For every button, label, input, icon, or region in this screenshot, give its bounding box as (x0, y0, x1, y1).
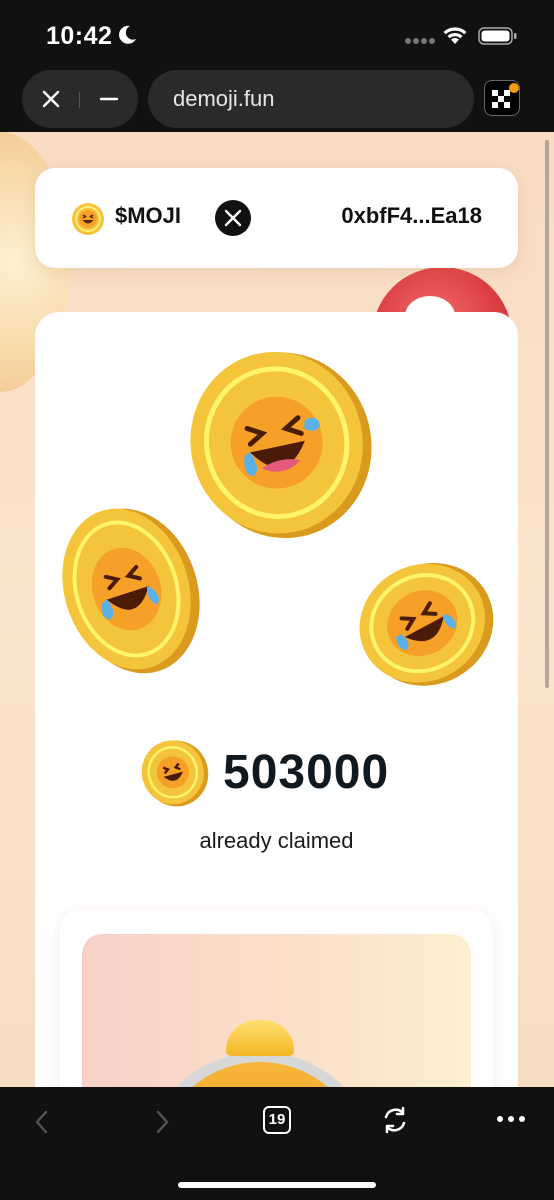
moon-icon (119, 25, 136, 44)
laughing-coin-icon (190, 351, 372, 539)
okx-wallet-icon[interactable] (484, 80, 520, 116)
x-link-button[interactable] (215, 200, 251, 236)
signal-dots-icon (405, 38, 435, 44)
claim-card: 503000 already claimed (35, 312, 518, 1087)
refresh-icon[interactable] (380, 1105, 410, 1135)
back-icon[interactable] (32, 1109, 52, 1135)
tabs-button[interactable]: 19 (263, 1106, 291, 1134)
lucky-draw-banner (82, 934, 471, 1087)
more-icon[interactable] (496, 1115, 526, 1123)
battery-icon (478, 27, 517, 45)
forward-icon[interactable] (152, 1109, 172, 1135)
tab-count: 19 (268, 1111, 286, 1128)
machine-knob-icon (226, 1020, 294, 1056)
minimize-icon[interactable] (98, 88, 120, 110)
browser-toolbar: demoji.fun (0, 68, 554, 132)
laughing-coin-icon (62, 508, 200, 674)
divider (79, 92, 80, 108)
status-time: 10:42 (46, 22, 113, 50)
token-ticker: $MOJI (115, 203, 182, 228)
x-logo-icon (224, 209, 242, 227)
address-bar[interactable]: demoji.fun (148, 70, 474, 128)
claimed-amount: 503000 (223, 746, 390, 799)
moji-coin-icon (72, 203, 104, 235)
lucky-draw-card (60, 910, 493, 1087)
home-indicator[interactable] (178, 1182, 376, 1188)
web-content: $MOJI 0xbfF4...Ea18 503000 already claim… (0, 132, 554, 1087)
url-text: demoji.fun (173, 86, 275, 111)
wallet-address[interactable]: 0xbfF4...Ea18 (341, 203, 482, 229)
status-bar: 10:42 (0, 0, 554, 68)
moji-coin-icon (141, 740, 209, 807)
wifi-icon (443, 27, 467, 44)
browser-bottom-bar: 19 (0, 1087, 554, 1200)
window-controls (22, 70, 138, 128)
laughing-coin-icon (359, 562, 494, 686)
claim-status-text: already claimed (199, 828, 354, 853)
scrollbar[interactable] (545, 140, 549, 688)
close-icon[interactable] (40, 88, 62, 110)
token-header-card: $MOJI 0xbfF4...Ea18 (35, 168, 518, 268)
claimed-amount-row: 503000 (35, 737, 518, 813)
